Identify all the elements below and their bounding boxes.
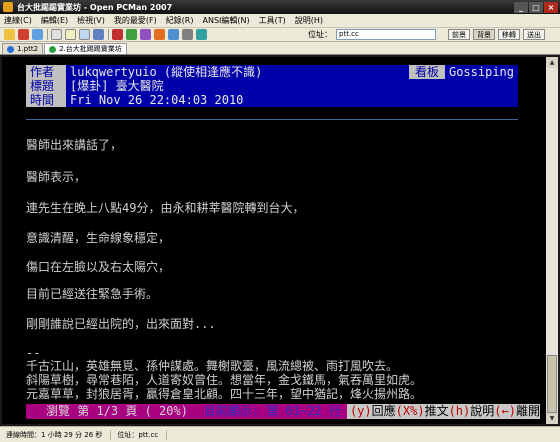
reply-action: 回應: [371, 404, 396, 418]
body-line: 傷口在左臉以及右太陽穴，: [26, 260, 171, 274]
menu-edit[interactable]: 編輯(E): [41, 15, 68, 26]
screen-icon[interactable]: [168, 29, 179, 40]
tab-label: 2.台大批踢踢實業坊: [59, 44, 122, 53]
article-time: Fri Nov 26 22:04:03 2010: [70, 93, 244, 107]
reconnect-icon[interactable]: [32, 29, 43, 40]
tab-label: 1.ptt2: [17, 44, 39, 53]
scrollbar-thumb[interactable]: [547, 355, 557, 413]
menu-view[interactable]: 檢視(V): [77, 15, 105, 26]
maximize-button[interactable]: □: [529, 1, 543, 13]
body-line: 目前已經送往緊急手術。: [26, 287, 159, 301]
scroll-down-arrow-icon[interactable]: ▼: [546, 413, 558, 424]
transfer-button[interactable]: 移轉: [498, 29, 520, 40]
exit-action: 離開: [515, 404, 540, 418]
title-label: 標題: [26, 79, 66, 93]
toolbar-separator: [108, 29, 109, 40]
address-label: 位址：: [308, 30, 332, 39]
pager-status-line: 瀏覽 第 1/3 頁 ( 20%) 目前顯示: 第 01~22 行 (y)回應(…: [26, 404, 540, 419]
article-board: Gossiping: [448, 65, 514, 79]
minimize-button[interactable]: _: [514, 1, 528, 13]
close-button[interactable]: ×: [544, 1, 558, 13]
body-line: 醫師出來講話了，: [26, 138, 123, 152]
toolbar-separator: [47, 29, 48, 40]
help-key: (h): [448, 404, 471, 418]
pager-help: (y)回應(X%)推文(h)說明(←)離開: [346, 404, 540, 419]
help-icon[interactable]: [196, 29, 207, 40]
body-line: 意識清醒，生命線象穩定，: [26, 231, 171, 245]
address-input[interactable]: ptt.cc: [336, 29, 436, 40]
window-title: 台大批踢踢實業坊 - Open PCMan 2007: [17, 2, 173, 12]
send-button[interactable]: 送出: [523, 29, 545, 40]
toolbar: 位址： ptt.cc 前景 背景 移轉 送出: [0, 28, 560, 42]
terminal-scrollbar[interactable]: ▲ ▼: [546, 57, 558, 424]
color-icon[interactable]: [140, 29, 151, 40]
article-title-row: 標題 [爆卦] 臺大醫院: [26, 79, 518, 93]
scroll-up-arrow-icon[interactable]: ▲: [546, 57, 558, 68]
header-divider: [26, 119, 518, 120]
menu-ansi-edit[interactable]: ANSI編輯(N): [203, 15, 250, 26]
pager-progress: 瀏覽 第 1/3 頁 ( 20%): [26, 404, 198, 419]
disconnect-icon[interactable]: [18, 29, 29, 40]
settings-icon[interactable]: [126, 29, 137, 40]
article-title: [爆卦] 臺大醫院: [70, 79, 164, 93]
tab-bar: 1.ptt2 2.台大批踢踢實業坊: [0, 42, 560, 55]
author-label: 作者: [26, 65, 66, 79]
body-line: 醫師表示，: [26, 170, 87, 184]
time-label: 時間: [26, 93, 66, 107]
signature-line: 斜陽草樹，尋常巷陌，人道寄奴曾住。想當年，金戈鐵馬，氣吞萬里如虎。: [26, 373, 423, 387]
help-action: 說明: [470, 404, 495, 418]
menubar: 連線(C) 編輯(E) 檢視(V) 我的最愛(F) 紀錄(R) ANSI編輯(N…: [0, 14, 560, 28]
window-titlebar: 台大批踢踢實業坊 - Open PCMan 2007 _ □ ×: [0, 0, 560, 14]
pcman-app-icon: [3, 2, 13, 12]
push-key: (X%): [395, 404, 425, 418]
favorites-icon[interactable]: [112, 29, 123, 40]
connect-icon[interactable]: [4, 29, 15, 40]
terminal-screen[interactable]: 作者 lukqwertyuio (縱使相逢應不識) 看板 Gossiping 標…: [2, 57, 546, 424]
connection-status-icon: [7, 45, 14, 53]
font-icon[interactable]: [93, 29, 104, 40]
body-line: 連先生在晚上八點49分，由永和耕莘醫院轉到台大，: [26, 201, 305, 215]
tab-ptt2[interactable]: 1.ptt2: [2, 43, 44, 54]
reply-key: (y): [349, 404, 372, 418]
menu-favorites[interactable]: 我的最愛(F): [114, 15, 157, 26]
menu-tools[interactable]: 工具(T): [259, 15, 286, 26]
copy-icon[interactable]: [51, 29, 62, 40]
paste-icon[interactable]: [65, 29, 76, 40]
paste-select-icon[interactable]: [79, 29, 90, 40]
lock-icon[interactable]: [182, 29, 193, 40]
article-author: lukqwertyuio (縱使相逢應不識): [70, 65, 263, 79]
connection-status-icon: [49, 45, 57, 53]
status-bar: 連線時間：1 小時 29 分 26 秒 位址：ptt.cc: [0, 426, 560, 442]
article-time-row: 時間 Fri Nov 26 22:04:03 2010: [26, 93, 518, 107]
connection-time: 連線時間：1 小時 29 分 26 秒: [6, 429, 112, 440]
anti-idle-icon[interactable]: [154, 29, 165, 40]
push-action: 推文: [424, 404, 449, 418]
menu-help[interactable]: 說明(H): [295, 15, 323, 26]
tab-ptt[interactable]: 2.台大批踢踢實業坊: [44, 43, 127, 54]
article-author-row: 作者 lukqwertyuio (縱使相逢應不識) 看板 Gossiping: [26, 65, 518, 79]
background-button[interactable]: 背景: [473, 29, 495, 40]
board-label: 看板: [408, 65, 445, 79]
signature-line: 元嘉草草，封狼居胥，贏得倉皇北顧。四十三年，望中猶記，烽火揚州路。: [26, 387, 423, 401]
menu-history[interactable]: 紀錄(R): [166, 15, 194, 26]
body-line: 剛剛誰說已經出院的，出來面對...: [26, 317, 216, 331]
status-address: 位址：ptt.cc: [117, 429, 168, 440]
pager-line-range: 目前顯示: 第 01~22 行: [197, 404, 347, 419]
exit-key: (←): [494, 404, 516, 418]
menu-connection[interactable]: 連線(C): [4, 15, 32, 26]
foreground-button[interactable]: 前景: [448, 29, 470, 40]
signature-line: 千古江山，英雄無覓、孫仲謀處。舞榭歌臺，風流總被、雨打風吹去。: [26, 359, 399, 373]
